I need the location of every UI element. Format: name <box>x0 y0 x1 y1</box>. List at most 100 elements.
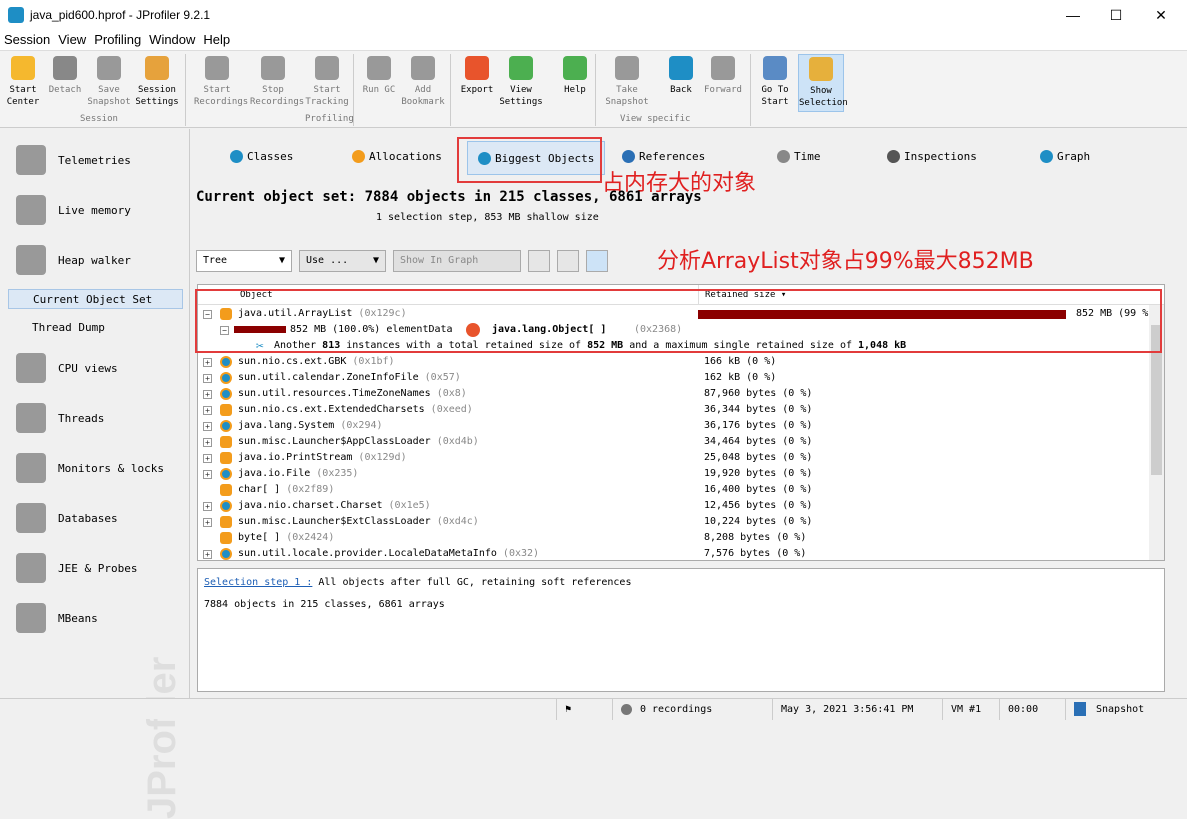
toolbar-separator <box>750 54 751 126</box>
class-icon <box>220 356 232 368</box>
tab-icon <box>777 149 790 163</box>
sidebar-item-jee-probes[interactable]: JEE & Probes <box>0 548 190 588</box>
toolbar-home-button[interactable]: Go To Start <box>752 54 798 108</box>
toolbar-stop-button[interactable]: Stop Recordings <box>250 54 304 108</box>
toolbar-record-button[interactable]: Start Recordings <box>194 54 248 108</box>
expand-icon[interactable]: + <box>203 502 212 511</box>
bookmark-icon <box>411 56 435 80</box>
settings-icon <box>145 56 169 80</box>
table-row[interactable]: + sun.nio.cs.ext.GBK (0x1bf) 166 kB (0 %) <box>198 354 1164 370</box>
info-icon[interactable] <box>586 250 608 272</box>
sidebar-subitem-thread-dump[interactable]: Thread Dump <box>8 318 183 338</box>
filter-icon[interactable] <box>557 250 579 272</box>
mbeans-icon <box>16 603 46 633</box>
expand-icon[interactable]: + <box>203 390 212 399</box>
toolbar-back-button[interactable]: Back <box>658 54 704 96</box>
telemetries-icon <box>16 145 46 175</box>
sidebar-item-telemetries[interactable]: Telemetries <box>0 140 190 180</box>
sidebar-item-live-memory[interactable]: Live memory <box>0 190 190 230</box>
menu-help[interactable]: Help <box>199 30 234 50</box>
expand-icon[interactable]: + <box>203 470 212 479</box>
tab-icon <box>352 149 365 163</box>
object-icon <box>220 404 232 416</box>
camera-icon <box>615 56 639 80</box>
table-row[interactable]: + java.lang.System (0x294) 36,176 bytes (0… <box>198 418 1164 434</box>
toolbar-settings-button[interactable]: Session Settings <box>134 54 180 108</box>
sidebar-item-monitors-locks[interactable]: Monitors & locks <box>0 448 190 488</box>
sidebar-item-threads[interactable]: Threads <box>0 398 190 438</box>
pin-flag-icons[interactable]: ⚑ <box>556 699 612 720</box>
toolbar-bookmark-button[interactable]: Add Bookmark <box>400 54 446 108</box>
expand-icon[interactable]: + <box>203 454 212 463</box>
toolbar-start-center-button[interactable]: Start Center <box>0 54 46 108</box>
sidebar-item-mbeans[interactable]: MBeans <box>0 598 190 638</box>
maximize-button[interactable]: ☐ <box>1093 0 1139 30</box>
sidebar-item-cpu-views[interactable]: CPU views <box>0 348 190 388</box>
table-row[interactable]: + sun.misc.Launcher$ExtClassLoader (0xd4c… <box>198 514 1164 530</box>
toolbar-save-button[interactable]: Save Snapshot <box>86 54 132 108</box>
expand-icon[interactable]: + <box>203 374 212 383</box>
menu-window[interactable]: Window <box>145 30 199 50</box>
selection-step-link[interactable]: Selection step 1 : <box>204 577 312 588</box>
export-icon <box>465 56 489 80</box>
back-icon <box>669 56 693 80</box>
toolbar-show-selection-button[interactable]: Show Selection <box>798 54 848 112</box>
use-button[interactable]: Use ... ▼ <box>299 250 386 272</box>
window-title: java_pid600.hprof - JProfiler 9.2.1 <box>30 8 211 22</box>
toolbar-view-settings-button[interactable]: View Settings <box>498 54 544 108</box>
app-icon <box>8 7 24 23</box>
table-row[interactable]: + sun.util.resources.TimeZoneNames (0x8) 8… <box>198 386 1164 402</box>
object-icon <box>220 484 232 496</box>
sidebar-item-databases[interactable]: Databases <box>0 498 190 538</box>
show-in-graph-button[interactable]: Show In Graph <box>393 250 521 272</box>
toolbar-detach-button[interactable]: Detach <box>42 54 88 96</box>
table-row[interactable]: + sun.nio.cs.ext.ExtendedCharsets (0xeed)… <box>198 402 1164 418</box>
expand-icon[interactable]: + <box>203 550 212 559</box>
toolbar-help-button[interactable]: Help <box>552 54 598 96</box>
tab-graph[interactable]: Graph <box>1040 139 1090 173</box>
table-row[interactable]: + java.nio.charset.Charset (0x1e5) 12,456 … <box>198 498 1164 514</box>
sidebar-item-heap-walker[interactable]: Heap walker <box>0 240 190 280</box>
toolbar-camera-button[interactable]: Take Snapshot <box>604 54 650 108</box>
view-mode-select[interactable]: Tree ▼ <box>196 250 292 272</box>
close-button[interactable]: ✕ <box>1138 0 1184 30</box>
object-icon <box>220 436 232 448</box>
toolbar-tracking-button[interactable]: Start Tracking <box>304 54 350 108</box>
class-icon <box>220 388 232 400</box>
menu-session[interactable]: Session <box>0 30 54 50</box>
sidebar-subitem-current-object-set[interactable]: Current Object Set <box>8 289 183 309</box>
annotation-box-tab <box>457 137 602 183</box>
gear-icon[interactable] <box>528 250 550 272</box>
table-row[interactable]: byte[ ] (0x2424) 8,208 bytes (0 %) <box>198 530 1164 546</box>
menu-view[interactable]: View <box>54 30 90 50</box>
table-row[interactable]: char[ ] (0x2f89) 16,400 bytes (0 %) <box>198 482 1164 498</box>
expand-icon[interactable]: + <box>203 358 212 367</box>
expand-icon[interactable]: + <box>203 422 212 431</box>
table-row[interactable]: + java.io.PrintStream (0x129d) 25,048 byte… <box>198 450 1164 466</box>
menu-profiling[interactable]: Profiling <box>90 30 145 50</box>
toolbar-group-label: View specific <box>620 114 691 124</box>
toolbar-gc-button[interactable]: Run GC <box>356 54 402 96</box>
expand-icon[interactable]: + <box>203 406 212 415</box>
threads-icon <box>16 403 46 433</box>
tab-classes[interactable]: Classes <box>230 139 293 173</box>
table-row[interactable]: + sun.util.calendar.ZoneInfoFile (0x57) 16… <box>198 370 1164 386</box>
class-icon <box>220 420 232 432</box>
expand-icon[interactable]: + <box>203 518 212 527</box>
tab-time[interactable]: Time <box>777 139 821 173</box>
class-icon <box>220 548 232 560</box>
title-bar: java_pid600.hprof - JProfiler 9.2.1 — ☐ … <box>0 0 1187 30</box>
toolbar-forward-button[interactable]: Forward <box>700 54 746 96</box>
toolbar-export-button[interactable]: Export <box>454 54 500 96</box>
tab-allocations[interactable]: Allocations <box>352 139 442 173</box>
table-row[interactable]: + java.io.File (0x235) 19,920 bytes (0 %) <box>198 466 1164 482</box>
table-row[interactable]: + sun.misc.Launcher$AppClassLoader (0xd4b… <box>198 434 1164 450</box>
expand-icon[interactable]: + <box>203 438 212 447</box>
tab-icon <box>230 149 243 163</box>
start-center-icon <box>11 56 35 80</box>
minimize-button[interactable]: — <box>1050 0 1096 30</box>
tab-icon <box>887 149 900 163</box>
class-icon <box>220 468 232 480</box>
tab-inspections[interactable]: Inspections <box>887 139 977 173</box>
table-row[interactable]: + sun.util.locale.provider.LocaleDataMeta… <box>198 546 1164 560</box>
